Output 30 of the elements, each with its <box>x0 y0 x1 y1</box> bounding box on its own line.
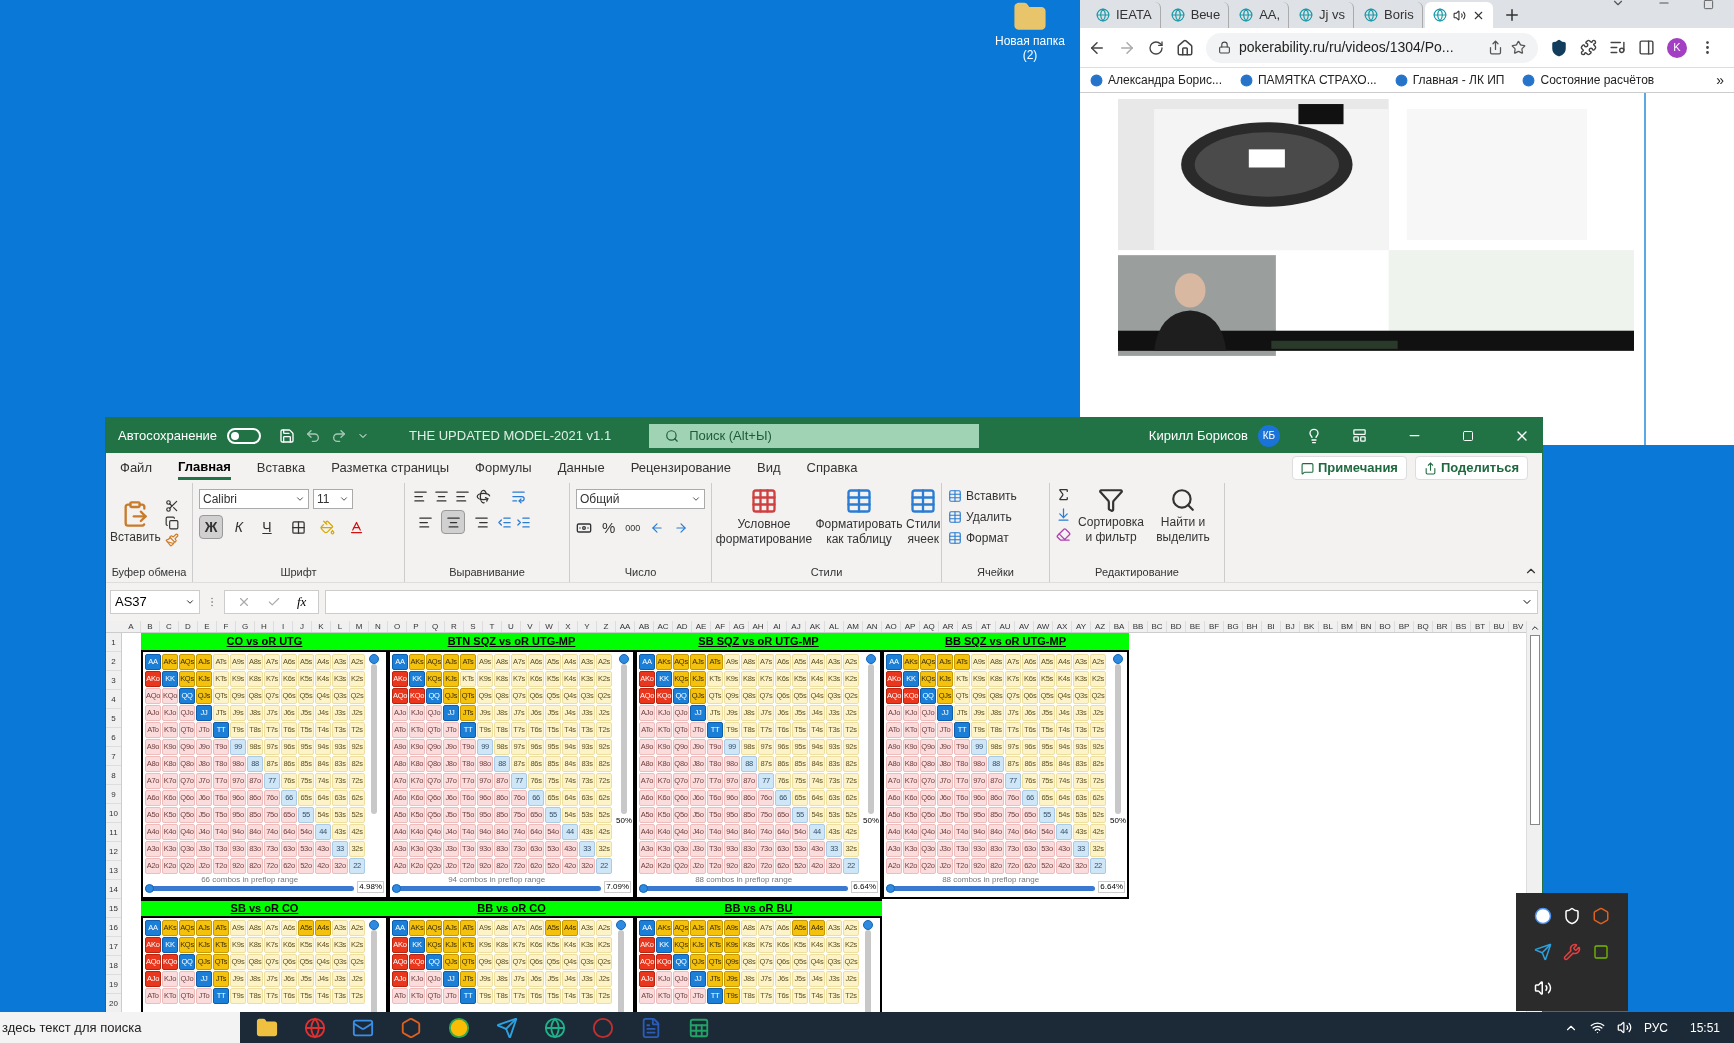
range-title: SB vs oR CO <box>141 899 388 918</box>
group-label: Буфер обмена <box>110 564 188 580</box>
combos-text: 88 combos in preflop range <box>694 875 794 884</box>
range-title: CO vs oR UTG <box>141 633 388 652</box>
range-title: SB SQZ vs oR UTG-MP <box>635 633 882 652</box>
autosave-label: Автосохранение <box>118 426 218 445</box>
slider-value: 50% <box>1110 815 1126 827</box>
range-title: BB vs oR BU <box>635 899 882 918</box>
slider-value: 50% <box>616 815 632 827</box>
group-label: Выравнивание <box>448 564 526 580</box>
group-label: Ячейки <box>976 564 1015 580</box>
slider-value: 50% <box>863 815 879 827</box>
range-title: BTN SQZ vs oR UTG-MP <box>388 633 635 652</box>
percent-field: 4.98% <box>357 881 384 893</box>
percent-field: 6.64% <box>1098 881 1125 893</box>
url-text: pokerability.ru/ru/videos/1304/Po... <box>1239 38 1454 57</box>
combos-text: 88 combos in preflop range <box>941 875 1041 884</box>
group-label: Стили <box>809 564 844 580</box>
group-label: Редактирование <box>1094 564 1180 580</box>
range-title: BB vs oR CO <box>388 899 635 918</box>
paste-label: Вставить <box>110 529 161 547</box>
combos-text: 94 combos in preflop range <box>447 875 547 884</box>
group-label: Число <box>623 564 658 580</box>
search-placeholder: Поиск (Alt+Ы) <box>689 426 772 445</box>
combos-text: 66 combos in preflop range <box>200 875 300 884</box>
percent-field: 7.09% <box>604 881 631 893</box>
percent-field: 6.64% <box>851 881 878 893</box>
user-name: Кирилл Борисов <box>1148 426 1248 445</box>
group-label: Шрифт <box>279 564 318 580</box>
range-title: BB SQZ vs oR UTG-MP <box>882 633 1129 652</box>
